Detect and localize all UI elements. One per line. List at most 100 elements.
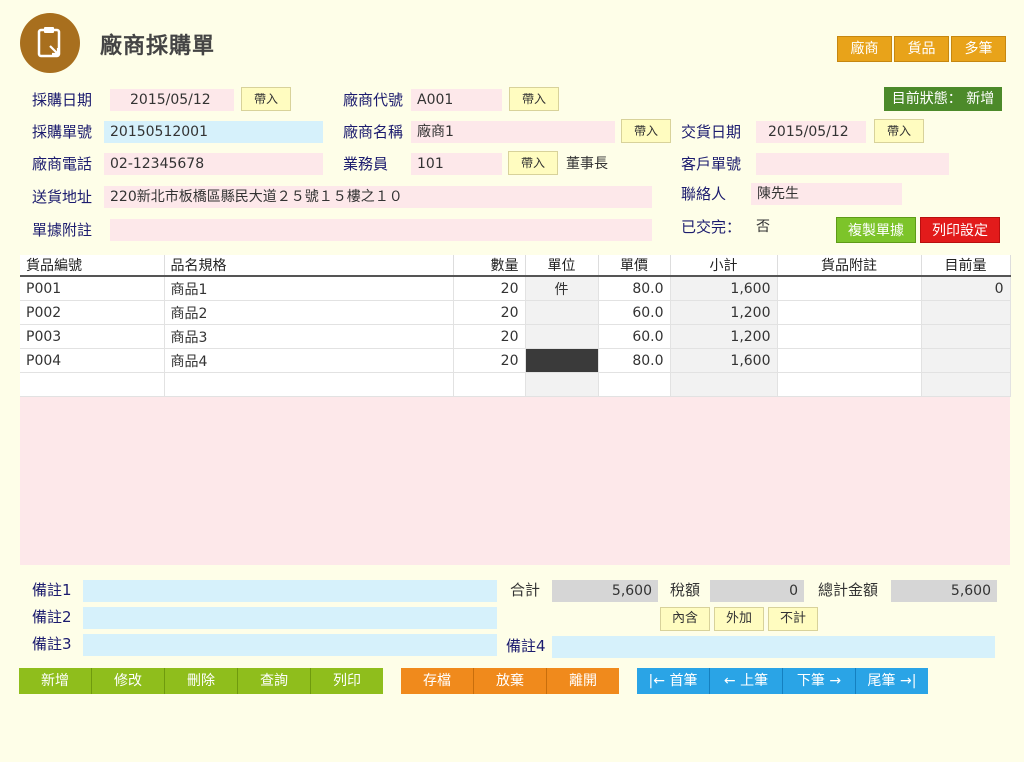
cell-quantity[interactable]: 20	[453, 324, 526, 349]
cell-subtotal: 1,200	[670, 300, 778, 325]
cell-item-name[interactable]	[164, 372, 454, 397]
customer-no-field[interactable]	[756, 153, 949, 175]
note3-label: 備註3	[32, 635, 72, 653]
cell-subtotal: 1,600	[670, 276, 778, 301]
cell-unit-price[interactable]: 80.0	[598, 276, 671, 301]
cell-current-qty	[921, 348, 1011, 373]
print-button[interactable]: 列印	[311, 668, 383, 694]
table-row[interactable]: P003 商品3 20 60.0 1,200	[20, 324, 1011, 349]
cell-unit[interactable]	[525, 324, 599, 349]
cell-item-name[interactable]: 商品4	[164, 348, 454, 373]
add-button[interactable]: 新增	[19, 668, 92, 694]
contact-field[interactable]: 陳先生	[751, 183, 902, 205]
clipboard-icon	[37, 27, 61, 58]
table-row[interactable]: P002 商品2 20 60.0 1,200	[20, 300, 1011, 325]
vendor-button[interactable]: 廠商	[837, 36, 892, 62]
delivery-date-field[interactable]: 2015/05/12	[756, 121, 866, 143]
next-record-button[interactable]: 下筆 →	[783, 668, 856, 694]
vendor-name-import-button[interactable]: 帶入	[621, 119, 671, 143]
cell-item-note[interactable]	[777, 348, 922, 373]
ship-address-field[interactable]: 220新北市板橋區縣民大道２５號１５樓之１０	[104, 186, 652, 208]
cell-quantity[interactable]: 20	[453, 348, 526, 373]
cell-item-note[interactable]	[777, 300, 922, 325]
table-row[interactable]: P004 商品4 20 80.0 1,600	[20, 348, 1011, 373]
cell-item-code[interactable]: P003	[20, 324, 165, 349]
customer-no-label: 客戶單號	[681, 155, 742, 173]
note3-field[interactable]	[83, 634, 497, 656]
note4-field[interactable]	[552, 636, 995, 658]
discard-button[interactable]: 放棄	[474, 668, 547, 694]
vendor-code-import-button[interactable]: 帶入	[509, 87, 559, 111]
col-header-unit[interactable]: 單位	[525, 255, 599, 277]
edit-button[interactable]: 修改	[92, 668, 165, 694]
vendor-name-field[interactable]: 廠商1	[411, 121, 615, 143]
purchase-date-field[interactable]: 2015/05/12	[110, 89, 234, 111]
col-header-unit-price[interactable]: 單價	[598, 255, 671, 277]
purchase-no-field[interactable]: 20150512001	[104, 121, 323, 143]
last-record-button[interactable]: 尾筆 →|	[856, 668, 928, 694]
prev-record-button[interactable]: ← 上筆	[710, 668, 783, 694]
table-row[interactable]: P001 商品1 20 件 80.0 1,600 0	[20, 276, 1011, 301]
cell-unit-price[interactable]	[598, 372, 671, 397]
delivery-date-label: 交貨日期	[681, 123, 742, 141]
col-header-item-note[interactable]: 貨品附註	[777, 255, 922, 277]
copy-document-button[interactable]: 複製單據	[836, 217, 916, 243]
vendor-code-field[interactable]: A001	[411, 89, 502, 111]
total-value: 5,600	[552, 580, 658, 602]
note2-field[interactable]	[83, 607, 497, 629]
goods-button[interactable]: 貨品	[894, 36, 949, 62]
cell-item-note[interactable]	[777, 276, 922, 301]
delete-button[interactable]: 刪除	[165, 668, 238, 694]
table-header-row: 貨品編號 品名規格 數量 單位 單價 小計 貨品附註 目前量	[20, 255, 1011, 277]
note4-label: 備註4	[506, 637, 546, 655]
purchase-date-label: 採購日期	[32, 91, 93, 109]
col-header-item-code[interactable]: 貨品編號	[20, 255, 165, 277]
tax-added-button[interactable]: 外加	[714, 607, 764, 631]
cell-item-name[interactable]: 商品3	[164, 324, 454, 349]
cell-quantity[interactable]: 20	[453, 300, 526, 325]
cell-item-code[interactable]: P001	[20, 276, 165, 301]
cell-quantity[interactable]	[453, 372, 526, 397]
cell-unit-price[interactable]: 60.0	[598, 300, 671, 325]
first-record-button[interactable]: |← 首筆	[637, 668, 710, 694]
tax-included-button[interactable]: 內含	[660, 607, 710, 631]
table-row-empty[interactable]	[20, 372, 1011, 397]
cell-unit[interactable]	[525, 372, 599, 397]
save-button[interactable]: 存檔	[401, 668, 474, 694]
cell-current-qty	[921, 372, 1011, 397]
vendor-phone-field[interactable]: 02-12345678	[104, 153, 323, 175]
doc-note-label: 單據附註	[32, 221, 93, 239]
exit-button[interactable]: 離開	[547, 668, 619, 694]
query-button[interactable]: 查詢	[238, 668, 311, 694]
cell-item-note[interactable]	[777, 324, 922, 349]
cell-unit[interactable]	[525, 300, 599, 325]
delivery-date-import-button[interactable]: 帶入	[874, 119, 924, 143]
ship-address-label: 送貨地址	[32, 188, 93, 206]
cell-unit-price[interactable]: 80.0	[598, 348, 671, 373]
page-title: 廠商採購單	[100, 34, 216, 59]
cell-unit[interactable]: 件	[525, 276, 599, 301]
purchase-no-label: 採購單號	[32, 123, 93, 141]
cell-quantity[interactable]: 20	[453, 276, 526, 301]
cell-item-code[interactable]	[20, 372, 165, 397]
col-header-quantity[interactable]: 數量	[453, 255, 526, 277]
col-header-current-qty[interactable]: 目前量	[921, 255, 1011, 277]
col-header-subtotal[interactable]: 小計	[670, 255, 778, 277]
print-settings-button[interactable]: 列印設定	[920, 217, 1000, 243]
cell-unit-price[interactable]: 60.0	[598, 324, 671, 349]
note1-field[interactable]	[83, 580, 497, 602]
cell-item-note[interactable]	[777, 372, 922, 397]
cell-unit-selected[interactable]	[525, 348, 599, 373]
salesperson-import-button[interactable]: 帶入	[508, 151, 558, 175]
purchase-date-import-button[interactable]: 帶入	[241, 87, 291, 111]
doc-note-field[interactable]	[110, 219, 652, 241]
tax-exempt-button[interactable]: 不計	[768, 607, 818, 631]
salesperson-field[interactable]: 101	[411, 153, 502, 175]
cell-item-code[interactable]: P004	[20, 348, 165, 373]
vendor-name-label: 廠商名稱	[343, 123, 404, 141]
cell-item-code[interactable]: P002	[20, 300, 165, 325]
cell-item-name[interactable]: 商品2	[164, 300, 454, 325]
multi-record-button[interactable]: 多筆	[951, 36, 1006, 62]
cell-item-name[interactable]: 商品1	[164, 276, 454, 301]
col-header-item-name[interactable]: 品名規格	[164, 255, 454, 277]
